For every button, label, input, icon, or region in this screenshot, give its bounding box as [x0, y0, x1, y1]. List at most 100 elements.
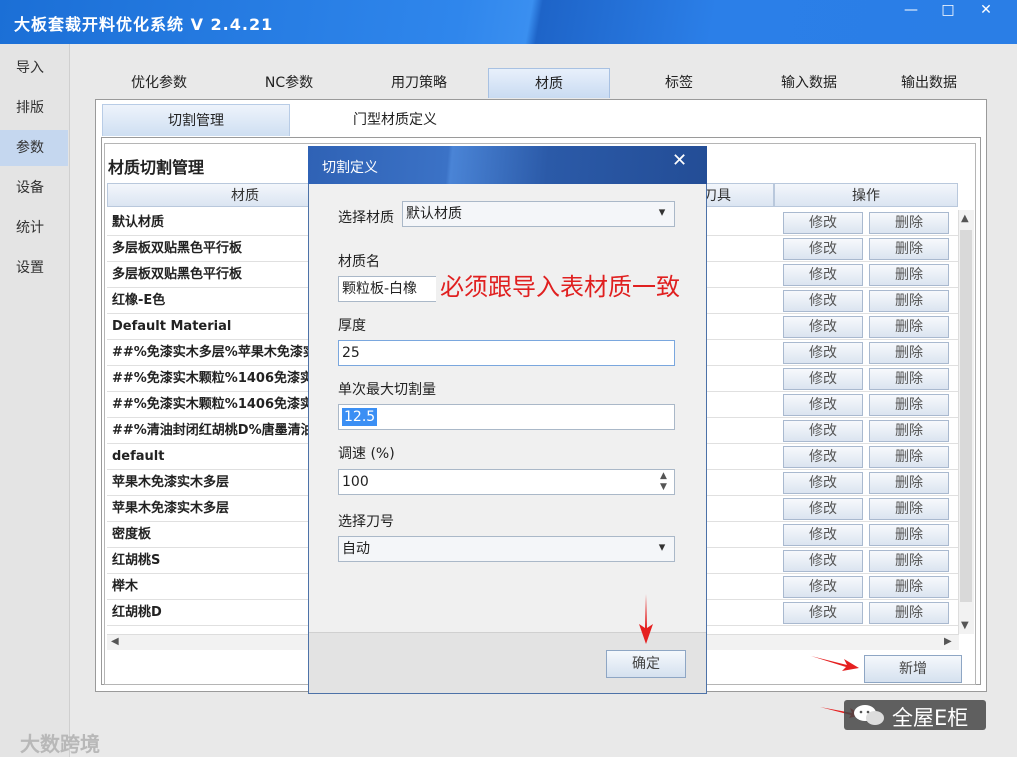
material-cell: 多层板双贴黑色平行板 [112, 241, 243, 256]
select-material-value: 默认材质 [406, 206, 462, 222]
delete-button[interactable]: 删除 [869, 550, 949, 572]
scroll-up-icon[interactable]: ▲ [961, 213, 969, 224]
nav-item-stats[interactable]: 统计 [0, 210, 68, 246]
tab-material[interactable]: 材质 [488, 68, 610, 98]
spin-down-icon[interactable]: ▼ [660, 482, 667, 492]
delete-button[interactable]: 删除 [869, 498, 949, 520]
edit-button[interactable]: 修改 [783, 420, 863, 442]
material-cell: 默认材质 [112, 215, 165, 230]
tab-optimize-params[interactable]: 优化参数 [98, 68, 220, 98]
tab-nc-params[interactable]: NC参数 [228, 68, 350, 98]
edit-button[interactable]: 修改 [783, 472, 863, 494]
subtab-door-material[interactable]: 门型材质定义 [300, 104, 490, 136]
vertical-scroll-thumb[interactable] [960, 230, 972, 602]
material-cell: 密度板 [112, 527, 152, 542]
edit-button[interactable]: 修改 [783, 394, 863, 416]
edit-button[interactable]: 修改 [783, 238, 863, 260]
edit-button[interactable]: 修改 [783, 212, 863, 234]
edit-button[interactable]: 修改 [783, 342, 863, 364]
nav-item-settings[interactable]: 设置 [0, 250, 68, 286]
delete-button[interactable]: 删除 [869, 368, 949, 390]
select-material-dropdown[interactable]: 默认材质 [402, 201, 675, 227]
material-cell: 苹果木免漆实木多层 [112, 475, 230, 490]
close-window-button[interactable]: ✕ [970, 0, 1002, 22]
minimize-button[interactable]: — [895, 0, 927, 22]
edit-button[interactable]: 修改 [783, 602, 863, 624]
chevron-down-icon-2[interactable]: ▾ [651, 537, 673, 561]
speed-value: 100 [342, 474, 369, 490]
tab-label[interactable]: 标签 [618, 68, 740, 98]
edit-button[interactable]: 修改 [783, 550, 863, 572]
max-cut-label: 单次最大切割量 [338, 382, 436, 398]
select-material-label: 选择材质 [338, 210, 394, 226]
tab-input-data[interactable]: 输入数据 [748, 68, 870, 98]
confirm-button[interactable]: 确定 [606, 650, 686, 678]
thickness-label: 厚度 [338, 318, 366, 334]
edit-button[interactable]: 修改 [783, 498, 863, 520]
delete-button[interactable]: 删除 [869, 472, 949, 494]
material-cell: 红橡-E色 [112, 293, 166, 308]
material-name-value: 颗粒板-白橡 [342, 281, 418, 297]
delete-button[interactable]: 删除 [869, 290, 949, 312]
tool-dropdown[interactable]: 自动 [338, 536, 675, 562]
column-header-action[interactable]: 操作 [774, 183, 958, 207]
delete-button[interactable]: 删除 [869, 576, 949, 598]
add-button[interactable]: 新增 [864, 655, 962, 683]
tab-tool-strategy[interactable]: 用刀策略 [358, 68, 480, 98]
edit-button[interactable]: 修改 [783, 576, 863, 598]
material-name-label: 材质名 [338, 254, 380, 270]
delete-button[interactable]: 删除 [869, 420, 949, 442]
nav-item-device[interactable]: 设备 [0, 170, 68, 206]
material-cell: 红胡桃D [112, 605, 162, 620]
dialog-close-icon[interactable]: ✕ [672, 150, 687, 171]
material-cell: 红胡桃S [112, 553, 161, 568]
thickness-value: 25 [342, 345, 360, 361]
delete-button[interactable]: 删除 [869, 264, 949, 286]
maximize-button[interactable]: □ [932, 0, 964, 22]
nav-item-layout[interactable]: 排版 [0, 90, 68, 126]
delete-button[interactable]: 删除 [869, 342, 949, 364]
material-cell: default [112, 449, 165, 464]
edit-button[interactable]: 修改 [783, 264, 863, 286]
material-cell: 苹果木免漆实木多层 [112, 501, 230, 516]
nav-item-params[interactable]: 参数 [0, 130, 68, 166]
max-cut-input[interactable]: 12.5 [338, 404, 675, 430]
title-bar: 大板套裁开料优化系统 V 2.4.21 — □ ✕ [0, 0, 1017, 44]
delete-button[interactable]: 删除 [869, 602, 949, 624]
material-cell: Default Material [112, 319, 232, 334]
thickness-input[interactable]: 25 [338, 340, 675, 366]
red-arrow-icon-2 [811, 656, 859, 671]
chevron-down-icon[interactable]: ▾ [651, 202, 673, 226]
nav-item-import[interactable]: 导入 [0, 50, 68, 86]
tab-output-data[interactable]: 输出数据 [868, 68, 990, 98]
red-arrow-icon [639, 594, 653, 644]
tool-label: 选择刀号 [338, 514, 394, 530]
subtab-cut-management[interactable]: 切割管理 [102, 104, 290, 136]
dialog-title: 切割定义 [322, 160, 378, 176]
material-name-input[interactable]: 颗粒板-白橡 [338, 276, 436, 302]
delete-button[interactable]: 删除 [869, 238, 949, 260]
wechat-icon [854, 705, 884, 725]
edit-button[interactable]: 修改 [783, 524, 863, 546]
delete-button[interactable]: 删除 [869, 316, 949, 338]
material-cell: ##%免漆实木颗粒%1406免漆实木 [112, 397, 308, 412]
spin-up-icon[interactable]: ▲ [660, 471, 667, 481]
speed-label: 调速 (%) [338, 446, 395, 462]
delete-button[interactable]: 删除 [869, 212, 949, 234]
annotation-text: 必须跟导入表材质一致 [440, 273, 680, 301]
scroll-left-icon[interactable]: ◀ [111, 636, 119, 647]
edit-button[interactable]: 修改 [783, 446, 863, 468]
scroll-right-icon[interactable]: ▶ [944, 636, 952, 647]
max-cut-value: 12.5 [342, 408, 378, 426]
app-title: 大板套裁开料优化系统 V 2.4.21 [14, 15, 274, 34]
watermark-text: 大数跨境 [20, 732, 100, 756]
speed-spinner[interactable]: 100 [338, 469, 675, 495]
delete-button[interactable]: 删除 [869, 446, 949, 468]
dialog-title-bar: 切割定义 ✕ [308, 146, 707, 184]
delete-button[interactable]: 删除 [869, 524, 949, 546]
edit-button[interactable]: 修改 [783, 316, 863, 338]
delete-button[interactable]: 删除 [869, 394, 949, 416]
scroll-down-icon[interactable]: ▼ [961, 620, 969, 631]
edit-button[interactable]: 修改 [783, 290, 863, 312]
edit-button[interactable]: 修改 [783, 368, 863, 390]
